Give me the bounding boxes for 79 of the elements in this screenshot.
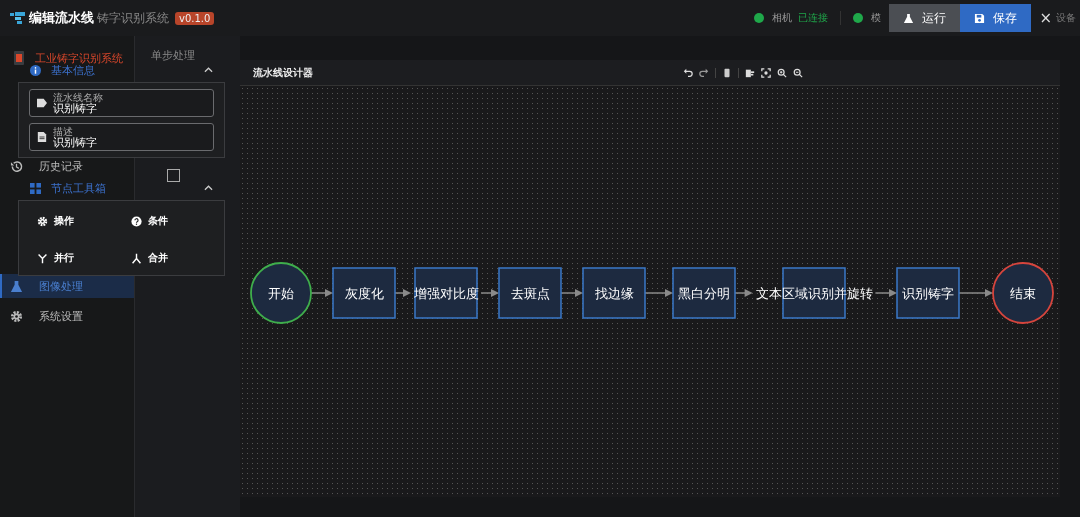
save-icon bbox=[974, 12, 986, 24]
connector-arrow bbox=[310, 289, 333, 297]
node-label: 灰度化 bbox=[344, 286, 384, 301]
sidebar-item[interactable]: 历史记录 bbox=[0, 158, 134, 174]
status-text: 已连接 bbox=[798, 11, 829, 25]
book-icon bbox=[13, 51, 25, 65]
node-label: 增强对比度 bbox=[413, 286, 479, 301]
connector-arrow bbox=[874, 289, 897, 297]
merge-icon bbox=[130, 252, 142, 264]
flask-icon bbox=[10, 279, 23, 293]
section-title: 节点工具箱 bbox=[51, 180, 106, 196]
text-field[interactable]: 流水线名称 识别铸字 bbox=[29, 89, 214, 117]
field-label: 描述 bbox=[53, 126, 73, 137]
grid-icon bbox=[30, 182, 41, 194]
node-label: 开始 bbox=[268, 286, 294, 301]
start-node[interactable] bbox=[250, 262, 312, 324]
tag-icon bbox=[37, 98, 47, 108]
question-icon bbox=[130, 215, 142, 227]
history-icon bbox=[10, 159, 23, 173]
sidebar-item[interactable]: 系统设置 bbox=[0, 308, 134, 324]
save-button[interactable]: 保存 bbox=[960, 4, 1032, 32]
process-node[interactable] bbox=[782, 267, 846, 319]
node-label: 文本区域识别并旋转 bbox=[755, 286, 873, 301]
device-label: 设备 bbox=[1056, 11, 1076, 25]
connector-arrow bbox=[560, 289, 583, 297]
dialog-title: 编辑流水线 bbox=[29, 9, 94, 27]
redo-icon[interactable] bbox=[699, 67, 709, 78]
settings-icon bbox=[37, 215, 48, 227]
tab[interactable]: 单步处理 bbox=[151, 46, 195, 65]
status-label: 模 bbox=[871, 11, 882, 25]
status-label: 相机 bbox=[772, 11, 793, 25]
undo-icon[interactable] bbox=[683, 67, 693, 78]
field-value: 识别铸字 bbox=[53, 102, 97, 114]
run-button[interactable]: 运行 bbox=[889, 4, 961, 32]
zoom-out-icon[interactable] bbox=[793, 67, 803, 78]
process-node[interactable] bbox=[414, 267, 478, 319]
node-label: 去斑点 bbox=[510, 286, 550, 301]
process-node[interactable] bbox=[332, 267, 396, 319]
logo-icon bbox=[10, 12, 26, 24]
split-icon bbox=[37, 252, 48, 264]
node-label: 黑白分明 bbox=[678, 286, 730, 301]
info-icon bbox=[30, 64, 41, 76]
zoom-in-icon[interactable] bbox=[777, 67, 787, 78]
flask-icon bbox=[903, 12, 915, 24]
designer-title: 流水线设计器 bbox=[253, 65, 313, 80]
sidebar-item[interactable]: 图像处理 bbox=[0, 274, 134, 298]
connector-arrow bbox=[958, 289, 993, 297]
node-label: 找边缘 bbox=[594, 286, 634, 301]
process-node[interactable] bbox=[896, 267, 960, 319]
close-button[interactable]: × bbox=[1035, 9, 1056, 27]
checkbox[interactable] bbox=[167, 169, 180, 182]
process-node[interactable] bbox=[672, 267, 736, 319]
clipboard-icon[interactable] bbox=[745, 67, 755, 78]
field-label: 流水线名称 bbox=[53, 92, 103, 103]
connector-arrow bbox=[480, 289, 499, 297]
toolbox-item[interactable]: 条件 bbox=[130, 215, 224, 227]
connector-arrow bbox=[394, 289, 411, 297]
chevron-icon[interactable] bbox=[204, 67, 213, 73]
end-node[interactable] bbox=[992, 262, 1054, 324]
text-field[interactable]: 描述 识别铸字 bbox=[29, 123, 214, 151]
fit-screen-icon[interactable] bbox=[761, 67, 771, 78]
section-title: 基本信息 bbox=[51, 63, 95, 78]
version-badge: v0.1.0 bbox=[175, 11, 215, 25]
settings-icon bbox=[10, 309, 23, 323]
connector-arrow bbox=[734, 289, 753, 297]
field-value: 识别铸字 bbox=[53, 136, 97, 148]
node-label: 结束 bbox=[1010, 286, 1036, 301]
chevron-icon[interactable] bbox=[204, 185, 213, 191]
document-icon bbox=[37, 132, 47, 142]
process-node[interactable] bbox=[582, 267, 646, 319]
toolbox-item[interactable]: 并行 bbox=[37, 252, 131, 264]
node-label: 识别铸字 bbox=[902, 286, 954, 301]
delete-icon[interactable] bbox=[722, 67, 732, 78]
connector-arrow bbox=[644, 289, 673, 297]
process-node[interactable] bbox=[498, 267, 562, 319]
sidebar-title: 工业铸字识别系统 bbox=[35, 50, 123, 65]
toolbox-item[interactable]: 合并 bbox=[130, 252, 224, 264]
toolbox-item[interactable]: 操作 bbox=[37, 215, 131, 227]
app-title: 铸字识别系统 bbox=[97, 9, 169, 27]
